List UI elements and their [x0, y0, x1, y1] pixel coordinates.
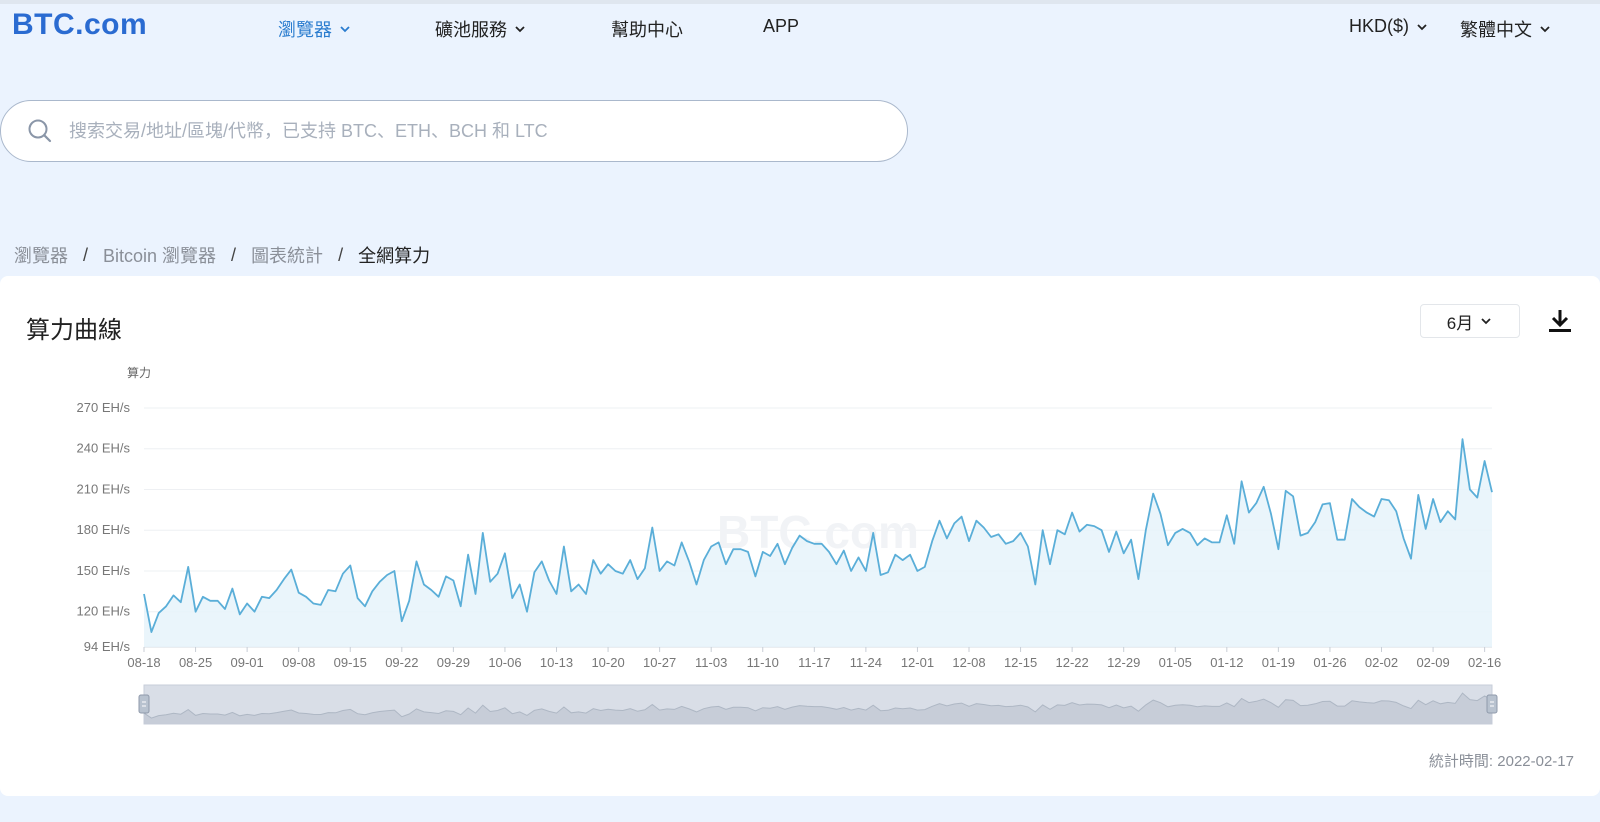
nav-item-pool-service[interactable]: 礦池服務 [435, 16, 527, 42]
x-tick-label: 11-17 [798, 655, 830, 670]
y-tick-label: 120 EH/s [77, 604, 131, 619]
x-tick-label: 09-29 [437, 655, 470, 670]
x-tick-label: 01-26 [1313, 655, 1346, 670]
breadcrumb-separator: / [231, 244, 237, 265]
search-input[interactable] [67, 119, 871, 143]
breadcrumb-separator: / [83, 244, 89, 265]
x-tick-label: 12-29 [1107, 655, 1140, 670]
chevron-down-icon [1540, 26, 1550, 33]
breadcrumb-separator: / [338, 244, 344, 265]
y-tick-label: 94 EH/s [84, 639, 131, 654]
x-tick-label: 02-16 [1468, 655, 1501, 670]
breadcrumb-item-chart-stats[interactable]: 圖表統計 [251, 242, 323, 268]
top-nav: BTC.com 瀏覽器 礦池服務 幫助中心 APP HKD($) 繁體中文 [0, 4, 1600, 50]
nav-item-app[interactable]: APP [763, 16, 799, 37]
card-title: 算力曲線 [26, 317, 122, 344]
y-tick-label: 150 EH/s [77, 563, 131, 578]
x-tick-label: 12-15 [1004, 655, 1037, 670]
y-tick-label: 240 EH/s [77, 441, 131, 456]
x-tick-label: 09-01 [231, 655, 264, 670]
nav-item-label: 幫助中心 [611, 20, 683, 40]
currency-selector[interactable]: HKD($) [1349, 16, 1429, 37]
nav-item-explorer[interactable]: 瀏覽器 [278, 16, 352, 42]
y-tick-label: 270 EH/s [77, 400, 131, 415]
language-label: 繁體中文 [1460, 20, 1532, 40]
chevron-down-icon [515, 26, 525, 33]
slider-handle-icon[interactable] [138, 694, 150, 714]
breadcrumb-item-current: 全網算力 [358, 246, 431, 266]
y-axis-label: 算力 [127, 365, 151, 380]
x-tick-label: 01-19 [1262, 655, 1295, 670]
breadcrumb-item-bitcoin-explorer[interactable]: Bitcoin 瀏覽器 [103, 242, 216, 268]
stat-time: 統計時間: 2022-02-17 [1428, 753, 1574, 770]
x-tick-label: 10-13 [540, 655, 573, 670]
nav-item-help-center[interactable]: 幫助中心 [611, 16, 683, 42]
chevron-down-icon [1417, 23, 1427, 30]
x-tick-label: 12-22 [1056, 655, 1089, 670]
x-tick-label: 09-22 [385, 655, 418, 670]
x-tick-label: 12-01 [901, 655, 934, 670]
y-tick-label: 180 EH/s [77, 522, 131, 537]
x-tick-label: 02-09 [1416, 655, 1449, 670]
x-tick-label: 10-27 [643, 655, 676, 670]
slider-handle-icon[interactable] [1486, 694, 1498, 714]
language-selector[interactable]: 繁體中文 [1460, 16, 1552, 42]
x-tick-label: 11-24 [850, 655, 882, 670]
x-tick-label: 08-18 [127, 655, 160, 670]
currency-label: HKD($) [1349, 16, 1410, 36]
x-tick-label: 08-25 [179, 655, 212, 670]
x-tick-label: 11-10 [747, 655, 779, 670]
x-tick-label: 01-12 [1210, 655, 1243, 670]
y-tick-label: 210 EH/s [77, 481, 131, 496]
nav-item-label: APP [763, 16, 800, 36]
x-tick-label: 11-03 [695, 655, 727, 670]
x-tick-label: 10-20 [591, 655, 624, 670]
x-tick-label: 09-15 [334, 655, 367, 670]
x-tick-label: 10-06 [488, 655, 521, 670]
x-tick-label: 09-08 [282, 655, 315, 670]
chevron-down-icon [340, 26, 350, 33]
logo[interactable]: BTC.com [12, 8, 147, 42]
nav-item-label: 礦池服務 [435, 20, 507, 40]
x-tick-label: 01-05 [1159, 655, 1192, 670]
chevron-down-icon [1481, 318, 1491, 325]
hashrate-chart: 算力 94 EH/s 120 EH/s 150 EH/s 180 EH/s 210 EH/… [77, 365, 1501, 725]
search-icon[interactable] [27, 118, 53, 144]
period-label: 6月 [1446, 313, 1474, 333]
x-tick-label: 02-02 [1365, 655, 1398, 670]
x-tick-label: 12-08 [952, 655, 985, 670]
nav-item-label: 瀏覽器 [278, 20, 332, 40]
download-icon[interactable] [1545, 306, 1575, 336]
breadcrumb-item-explorer[interactable]: 瀏覽器 [14, 242, 68, 268]
period-select[interactable]: 6月 [1420, 304, 1520, 338]
chart-card: 算力 94 EH/s 120 EH/s 150 EH/s 180 EH/s 210 EH/… [0, 276, 1600, 796]
search-bar [0, 100, 908, 162]
breadcrumb: 瀏覽器 / Bitcoin 瀏覽器 / 圖表統計 / 全網算力 [14, 242, 430, 268]
